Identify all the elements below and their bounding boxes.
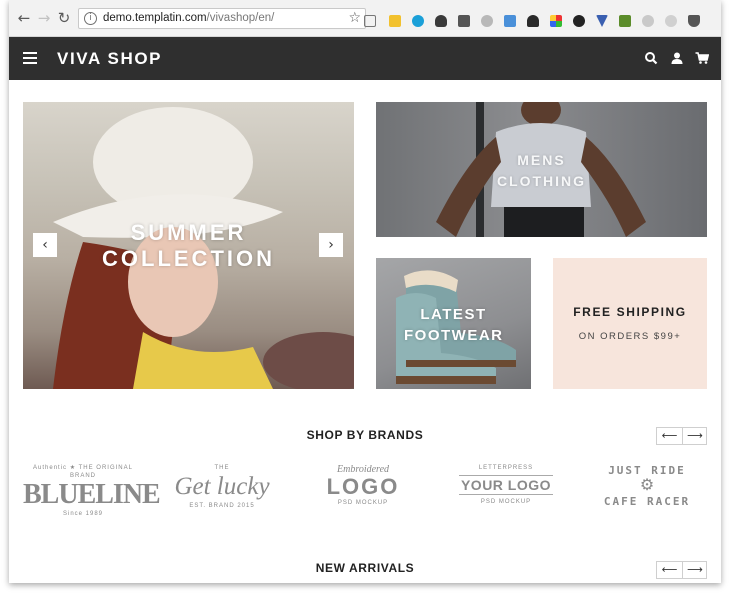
brand-name: YOUR LOGO	[458, 475, 554, 495]
free-shipping-banner[interactable]: FREE SHIPPING ON ORDERS $99+	[553, 258, 707, 389]
cast-icon[interactable]	[364, 15, 376, 27]
search-icon[interactable]	[644, 51, 658, 65]
mens-caption: MENS CLOTHING	[496, 152, 587, 189]
colorpicker-icon[interactable]	[550, 15, 562, 27]
pocket-icon[interactable]	[688, 15, 700, 27]
browser-window: ← → ↻ i demo.templatin.com/vivashop/en/ …	[9, 0, 721, 583]
brands-pager: ⟵ ⟶	[656, 427, 707, 445]
brand-name: BLUELINE	[23, 479, 161, 510]
url-text[interactable]: demo.templatin.com/vivashop/en/	[103, 12, 274, 24]
brand-top-text: THE	[214, 465, 230, 471]
shipping-subtitle: ON ORDERS $99+	[578, 331, 682, 342]
extension-notes-icon[interactable]	[389, 15, 401, 27]
site-logo[interactable]: VIVA SHOP	[57, 49, 162, 69]
brands-section-title: SHOP BY BRANDS	[306, 428, 424, 442]
brand-bottom-text: Since 1989	[62, 511, 104, 517]
skype-icon[interactable]	[412, 15, 424, 27]
site-header: VIVA SHOP	[9, 37, 721, 80]
summer-caption: SUMMER COLLECTION	[102, 220, 275, 271]
url-host: demo.templatin.com	[103, 12, 207, 24]
user-icon[interactable]	[670, 51, 684, 65]
brands-next-button[interactable]: ⟶	[682, 428, 707, 444]
extension-h-icon[interactable]	[458, 15, 470, 27]
brand-name: LOGO	[326, 474, 400, 499]
footwear-caption: LATEST FOOTWEAR	[404, 306, 504, 344]
brand-top-text: JUST RIDE	[608, 464, 686, 477]
brand-logo-cafe-racer[interactable]: JUST RIDE ⚙ CAFE RACER	[587, 464, 707, 524]
new-arrivals-pager: ⟵ ⟶	[656, 561, 707, 579]
cart-icon[interactable]	[695, 51, 709, 65]
brand-bottom-text: EST. BRAND 2015	[189, 503, 255, 509]
extension-green-icon[interactable]	[619, 15, 631, 27]
brand-logo-get-lucky[interactable]: THE Get lucky EST. BRAND 2015	[162, 464, 282, 524]
new-arrivals-prev-button[interactable]: ⟵	[657, 562, 682, 578]
back-icon[interactable]: ←	[16, 10, 32, 26]
extension-blue-icon[interactable]	[504, 15, 516, 27]
brands-prev-button[interactable]: ⟵	[657, 428, 682, 444]
extension-dark-icon[interactable]	[573, 15, 585, 27]
brand-bottom-text: PSD MOCKUP	[480, 499, 532, 505]
brand-name: CAFE RACER	[603, 495, 691, 508]
brand-name: Get lucky	[174, 473, 270, 500]
reload-icon[interactable]: ↻	[56, 10, 72, 26]
new-arrivals-next-button[interactable]: ⟶	[682, 562, 707, 578]
extension-light-icon[interactable]	[642, 15, 654, 27]
address-bar[interactable]: i demo.templatin.com/vivashop/en/ ☆	[78, 8, 366, 29]
mens-clothing-banner[interactable]: MENS CLOTHING	[376, 102, 707, 237]
bookmark-star-icon[interactable]: ☆	[348, 10, 361, 26]
brand-top-text: Authentic ★ THE ORIGINAL BRAND	[33, 465, 133, 479]
slider-next-button[interactable]: ›	[319, 233, 343, 257]
vue-devtools-icon[interactable]	[596, 15, 608, 27]
brand-logo-embroidered[interactable]: Embroidered LOGO PSD MOCKUP	[303, 464, 423, 524]
extension-skype-grey-icon[interactable]	[665, 15, 677, 27]
url-path: /vivashop/en/	[206, 12, 275, 24]
brand-bottom-text: PSD MOCKUP	[337, 500, 389, 506]
summer-collection-banner[interactable]: SUMMER COLLECTION ‹ ›	[23, 102, 354, 389]
new-arrivals-title: NEW ARRIVALS	[315, 561, 415, 575]
brand-logo-letterpress[interactable]: LETTERPRESS YOUR LOGO PSD MOCKUP	[446, 464, 566, 524]
menu-icon[interactable]	[23, 52, 37, 64]
latest-footwear-banner[interactable]: LATEST FOOTWEAR	[376, 258, 531, 389]
browser-toolbar: ← → ↻ i demo.templatin.com/vivashop/en/ …	[9, 0, 721, 37]
evernote-icon[interactable]	[435, 15, 447, 27]
extension-grey-icon[interactable]	[481, 15, 493, 27]
info-icon[interactable]: i	[84, 12, 97, 25]
brand-top-text: LETTERPRESS	[478, 465, 534, 471]
brand-logo-blueline[interactable]: Authentic ★ THE ORIGINAL BRAND BLUELINE …	[23, 464, 161, 524]
forward-icon[interactable]: →	[36, 10, 52, 26]
shipping-title: FREE SHIPPING	[573, 305, 687, 319]
slider-prev-button[interactable]: ‹	[33, 233, 57, 257]
motorcycle-icon: ⚙	[639, 477, 655, 494]
incognito-icon[interactable]	[527, 15, 539, 27]
